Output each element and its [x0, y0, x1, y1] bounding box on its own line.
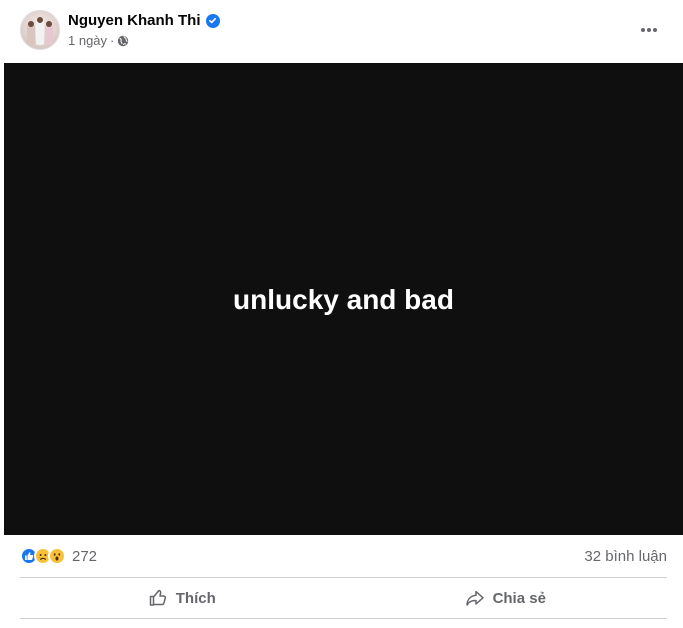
facebook-post: Nguyen Khanh Thi 1 ngày · unlucky and ba…: [0, 0, 683, 628]
avatar-figure-head: [28, 21, 34, 27]
comments-count-link[interactable]: 32 bình luận: [584, 548, 667, 565]
reactions-summary[interactable]: 272: [20, 547, 97, 565]
post-media[interactable]: unlucky and bad: [4, 63, 683, 535]
thumbs-up-icon: [149, 589, 166, 606]
author-name[interactable]: Nguyen Khanh Thi: [68, 12, 201, 29]
share-button-label: Chia sẻ: [492, 589, 546, 607]
divider: [20, 577, 667, 578]
globe-icon: [118, 35, 129, 46]
reaction-count: 272: [72, 547, 98, 565]
post-media-text: unlucky and bad: [233, 284, 454, 315]
share-button[interactable]: Chia sẻ: [344, 580, 668, 616]
more-options-button[interactable]: [635, 16, 663, 44]
divider: [20, 618, 667, 619]
like-button-label: Thích: [175, 589, 216, 607]
wow-reaction-icon: [48, 547, 66, 565]
post-actions-bar: Thích Chia sẻ: [20, 580, 667, 616]
author-line: Nguyen Khanh Thi: [68, 12, 220, 29]
author-avatar[interactable]: [20, 10, 60, 50]
avatar-figure-head: [46, 21, 52, 27]
reaction-icons: [20, 547, 66, 565]
share-arrow-icon: [465, 590, 484, 606]
post-timestamp[interactable]: 1 ngày: [68, 33, 107, 48]
avatar-figure-head: [37, 17, 43, 23]
post-stats: 272 32 bình luận: [20, 544, 667, 568]
post-header: Nguyen Khanh Thi 1 ngày ·: [20, 10, 663, 52]
post-meta: 1 ngày ·: [68, 33, 129, 48]
like-button[interactable]: Thích: [20, 580, 344, 616]
meta-separator: ·: [110, 33, 115, 48]
more-horizontal-icon: [641, 28, 657, 32]
verified-badge-icon: [205, 13, 220, 28]
